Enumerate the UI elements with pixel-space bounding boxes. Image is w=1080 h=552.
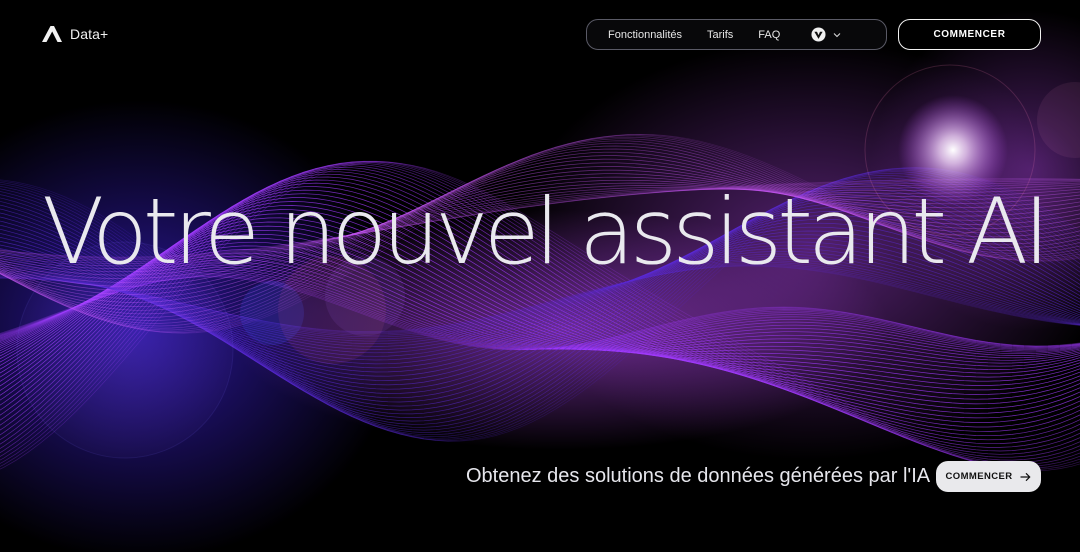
globe-badge-icon xyxy=(811,27,826,42)
brand-logo[interactable]: Data+ xyxy=(40,24,108,44)
hero-headline: Votre nouvel assistant AI xyxy=(42,180,1050,285)
header-start-button[interactable]: COMMENCER xyxy=(898,19,1041,50)
hero-subtitle: Obtenez des solutions de données générée… xyxy=(466,465,931,487)
hero-start-button[interactable]: COMMENCER xyxy=(936,461,1041,492)
logo-mark-icon xyxy=(42,26,62,42)
language-selector[interactable] xyxy=(811,27,841,42)
chevron-down-icon xyxy=(833,32,841,37)
main-nav: Fonctionnalités Tarifs FAQ xyxy=(586,19,887,50)
nav-link-faq[interactable]: FAQ xyxy=(758,29,780,41)
nav-link-features[interactable]: Fonctionnalités xyxy=(608,29,682,41)
brand-name: Data+ xyxy=(70,26,109,42)
hero-section: Data+ Fonctionnalités Tarifs FAQ COMMENC… xyxy=(0,0,1080,552)
hero-start-button-label: COMMENCER xyxy=(945,471,1013,482)
arrow-right-icon xyxy=(1020,472,1032,481)
nav-link-pricing[interactable]: Tarifs xyxy=(707,29,733,41)
